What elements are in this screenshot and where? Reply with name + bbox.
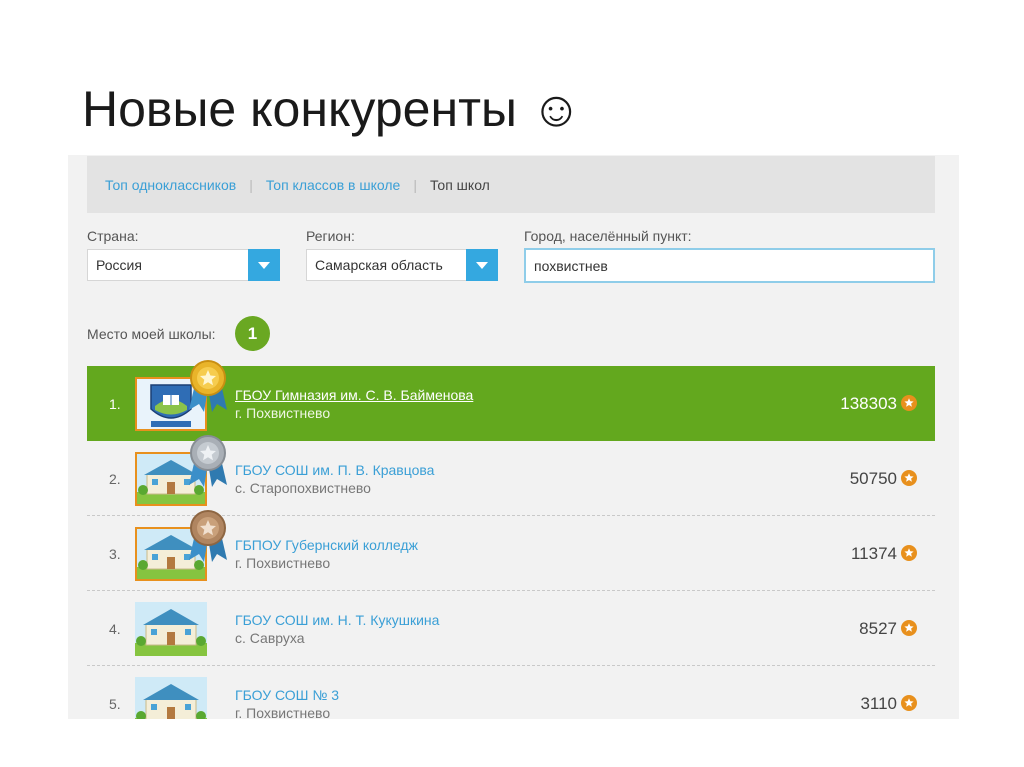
city-input[interactable] [524,248,935,283]
star-icon [901,470,917,486]
school-building-icon[interactable] [135,677,207,719]
school-score: 11374 [850,544,897,563]
school-name-link[interactable]: ГБОУ Гимназия им. С. В. Байменова [235,387,473,403]
star-icon [901,695,917,711]
silver-medal-icon [189,435,227,487]
school-name-link[interactable]: ГБОУ СОШ № 3 [235,687,339,703]
school-name-link[interactable]: ГБОУ СОШ им. Н. Т. Кукушкина [235,612,439,628]
school-score: 8527 [859,619,897,638]
star-icon [901,620,917,636]
slide-title: Новые конкуренты ☺ [82,81,582,137]
school-row: 1. ГБОУ Гимназия им. С. В. Байменова г. … [87,360,935,441]
my-school-place-label: Место моей школы: [87,326,216,342]
school-name-link[interactable]: ГБОУ СОШ им. П. В. Кравцова [235,462,434,478]
school-row: 3. ГБПОУ Губернский колледж г. Похвистне… [87,510,935,591]
school-score: 138303 [840,394,897,413]
school-city: г. Похвистнево [235,405,331,421]
tab-top-classes[interactable]: Топ классов в школе [266,177,401,193]
star-icon [901,545,917,561]
school-row: 5. ГБОУ СОШ № 3 г. Похвистнево 3110 [87,666,935,719]
my-school-place-badge: 1 [235,316,270,351]
tab-top-schools[interactable]: Топ школ [430,177,490,193]
school-rank: 5. [109,696,121,712]
school-score: 3110 [860,694,897,713]
country-label: Страна: [87,228,139,244]
tab-separator: | [249,176,253,193]
school-name-link[interactable]: ГБПОУ Губернский колледж [235,537,418,553]
school-score: 50750 [849,469,897,488]
school-rank: 4. [109,621,121,637]
school-city: г. Похвистнево [235,705,331,719]
school-city: с. Старопохвистнево [235,480,371,496]
school-rank: 1. [109,396,121,412]
school-rank: 2. [109,471,121,487]
country-select[interactable]: Россия [87,249,280,281]
chevron-down-icon [258,261,270,269]
country-value: Россия [96,257,142,273]
gold-medal-icon [189,360,227,412]
rating-tabs: Топ одноклассников | Топ классов в школе… [87,156,935,213]
school-row: 2. ГБОУ СОШ им. П. В. Кравцова с. Староп… [87,435,935,516]
school-rank: 3. [109,546,121,562]
region-select[interactable]: Самарская область [306,249,498,281]
bronze-medal-icon [189,510,227,562]
school-city: с. Савруха [235,630,305,646]
school-building-icon[interactable] [135,602,207,656]
country-dropdown-button[interactable] [248,249,280,281]
tab-separator: | [413,176,417,193]
school-row: 4. ГБОУ СОШ им. Н. Т. Кукушкина с. Савру… [87,591,935,666]
star-icon [901,395,917,411]
school-city: г. Похвистнево [235,555,331,571]
rating-widget: Топ одноклассников | Топ классов в школе… [68,155,959,719]
region-value: Самарская область [315,257,443,273]
region-label: Регион: [306,228,355,244]
tab-top-classmates[interactable]: Топ одноклассников [105,177,236,193]
city-label: Город, населённый пункт: [524,228,692,244]
region-dropdown-button[interactable] [466,249,498,281]
chevron-down-icon [476,261,488,269]
